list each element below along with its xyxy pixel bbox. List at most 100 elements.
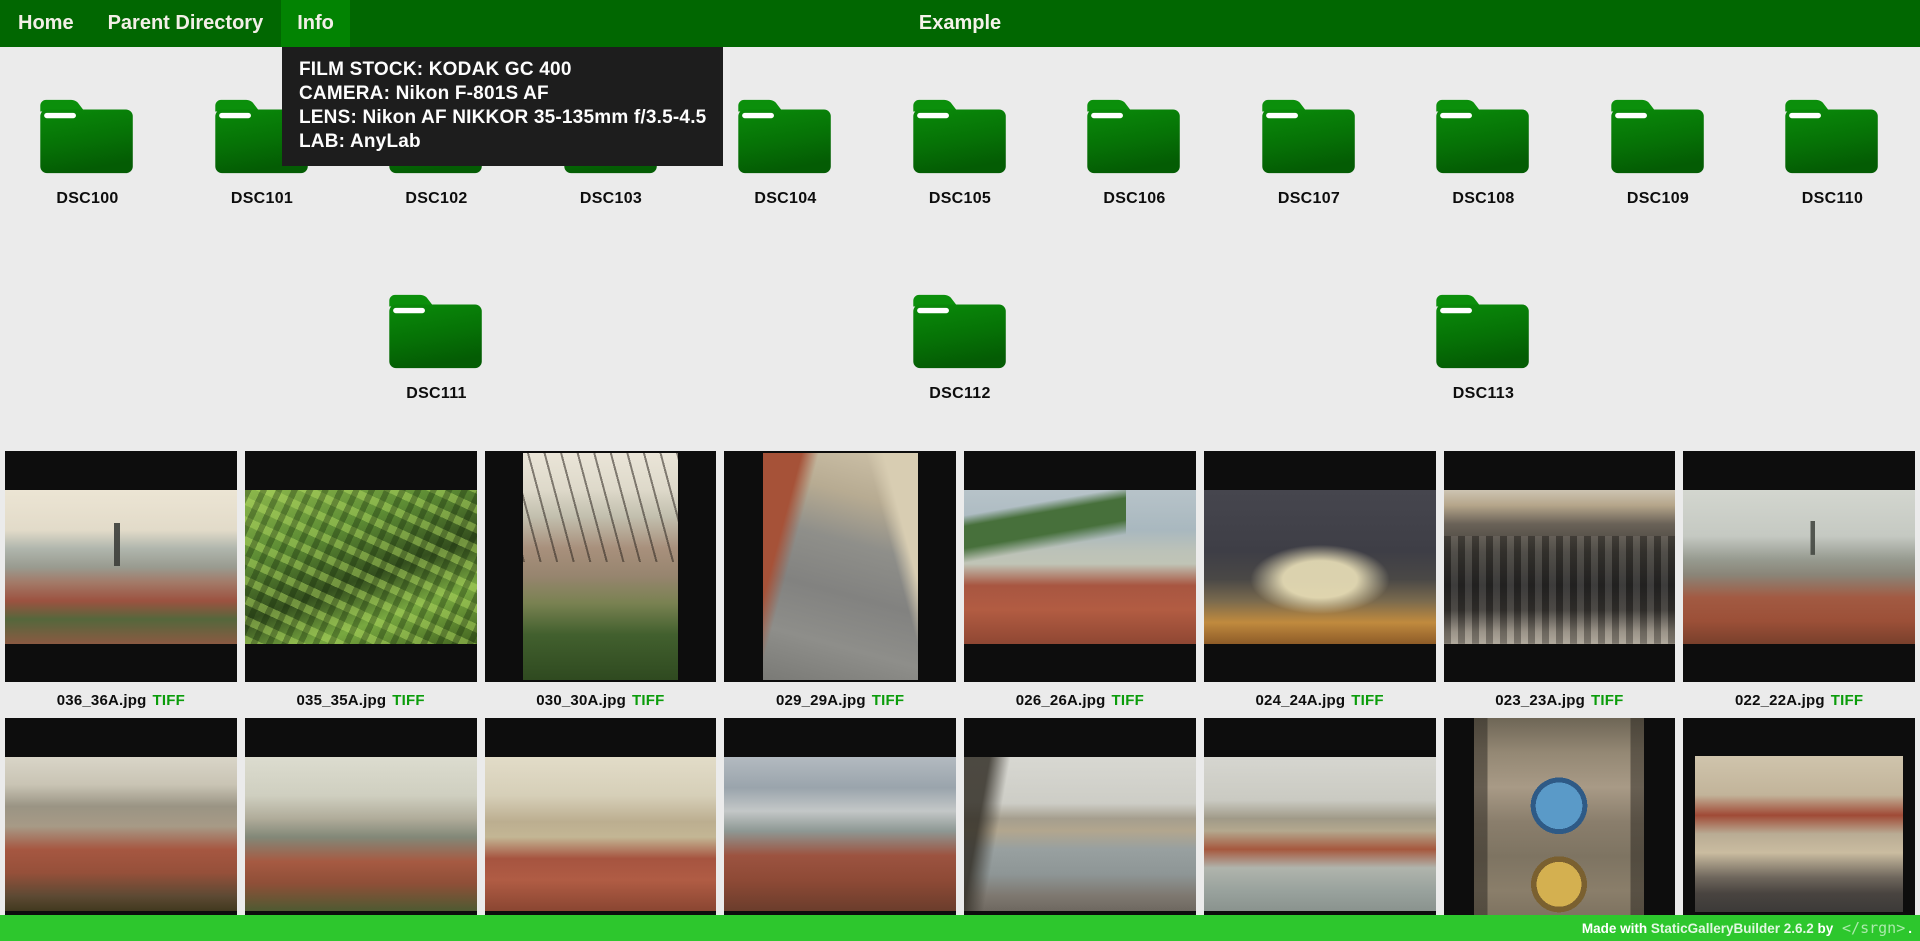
nav-item-info[interactable]: Info — [281, 0, 350, 47]
folder-label: DSC103 — [580, 190, 642, 208]
photo-caption: 023_23A.jpg TIFF — [1444, 682, 1676, 718]
folder-label: DSC105 — [929, 190, 991, 208]
photo-thumbnail[interactable] — [245, 718, 477, 941]
photo-thumbnail[interactable] — [1683, 718, 1915, 941]
photo-format-tiff-link[interactable]: TIFF — [632, 692, 664, 709]
folder-item[interactable]: DSC113 — [1397, 292, 1571, 403]
photo-caption: 029_29A.jpg TIFF — [724, 682, 956, 718]
photo-image — [5, 490, 237, 644]
info-tooltip: FILM STOCK: KODAK GC 400 CAMERA: Nikon F… — [282, 47, 723, 166]
folder-label: DSC101 — [231, 190, 293, 208]
photo-thumbnail[interactable] — [485, 718, 717, 941]
folder-item[interactable]: DSC104 — [699, 97, 873, 208]
folder-icon — [388, 292, 485, 371]
gallery-cell — [1444, 718, 1676, 941]
static-gallery-builder-link[interactable]: StaticGalleryBuilder 2.6.2 — [1651, 921, 1814, 936]
photo-filename-link[interactable]: 036_36A.jpg — [57, 692, 147, 709]
photo-filename-link[interactable]: 026_26A.jpg — [1016, 692, 1106, 709]
photo-image — [485, 757, 717, 911]
nav-item-parent-directory[interactable]: Parent Directory — [92, 0, 280, 47]
photo-format-tiff-link[interactable]: TIFF — [872, 692, 904, 709]
photo-image — [523, 453, 678, 680]
gallery-cell — [1204, 718, 1436, 941]
photo-thumbnail[interactable] — [1683, 451, 1915, 682]
photo-thumbnail[interactable] — [485, 451, 717, 682]
photo-image — [1695, 756, 1903, 912]
photo-filename-link[interactable]: 024_24A.jpg — [1256, 692, 1346, 709]
gallery-cell: 023_23A.jpg TIFF — [1444, 451, 1676, 718]
folder-label: DSC110 — [1802, 190, 1863, 208]
photo-image — [245, 757, 477, 911]
folder-icon — [1261, 97, 1358, 176]
photo-format-tiff-link[interactable]: TIFF — [1591, 692, 1623, 709]
folder-label: DSC104 — [754, 190, 816, 208]
author-logo-link[interactable]: </srgn> — [1842, 919, 1905, 937]
folder-icon — [1784, 97, 1881, 176]
gallery-cell: 024_24A.jpg TIFF — [1204, 451, 1436, 718]
photo-thumbnail[interactable] — [724, 451, 956, 682]
photo-thumbnail[interactable] — [245, 451, 477, 682]
photo-format-tiff-link[interactable]: TIFF — [392, 692, 424, 709]
photo-thumbnail[interactable] — [724, 718, 956, 941]
photo-image — [763, 453, 918, 680]
folder-item[interactable]: DSC111 — [350, 292, 524, 403]
photo-thumbnail[interactable] — [964, 718, 1196, 941]
folder-item[interactable]: DSC110 — [1746, 97, 1920, 208]
folder-icon — [912, 292, 1009, 371]
photo-filename-link[interactable]: 030_30A.jpg — [536, 692, 626, 709]
folder-icon — [1086, 97, 1183, 176]
photo-image — [724, 757, 956, 911]
folder-icon — [1435, 292, 1532, 371]
photo-filename-link[interactable]: 023_23A.jpg — [1495, 692, 1585, 709]
folder-label: DSC108 — [1452, 190, 1514, 208]
photo-format-tiff-link[interactable]: TIFF — [153, 692, 185, 709]
photo-thumbnail[interactable] — [1444, 718, 1676, 941]
photo-thumbnail[interactable] — [964, 451, 1196, 682]
folder-label: DSC106 — [1103, 190, 1165, 208]
folder-item[interactable]: DSC105 — [873, 97, 1047, 208]
photo-thumbnail[interactable] — [5, 718, 237, 941]
photo-filename-link[interactable]: 035_35A.jpg — [297, 692, 387, 709]
gallery-cell — [724, 718, 956, 941]
photo-caption: 030_30A.jpg TIFF — [485, 682, 717, 718]
folder-label: DSC112 — [929, 385, 990, 403]
photo-caption: 024_24A.jpg TIFF — [1204, 682, 1436, 718]
folder-item[interactable]: DSC112 — [873, 292, 1047, 403]
gallery-cell: 022_22A.jpg TIFF — [1683, 451, 1915, 718]
photo-image — [1683, 490, 1915, 644]
photo-image — [5, 757, 237, 911]
folder-label: DSC111 — [406, 385, 467, 403]
photo-format-tiff-link[interactable]: TIFF — [1831, 692, 1863, 709]
gallery-cell: 029_29A.jpg TIFF — [724, 451, 956, 718]
gallery-cell: 026_26A.jpg TIFF — [964, 451, 1196, 718]
folder-label: DSC113 — [1453, 385, 1514, 403]
photo-thumbnail[interactable] — [1204, 451, 1436, 682]
gallery-cell — [245, 718, 477, 941]
photo-image — [245, 490, 477, 644]
photo-thumbnail[interactable] — [1444, 451, 1676, 682]
photo-grid: 036_36A.jpg TIFF 035_35A.jpg TIFF 030_30… — [0, 451, 1920, 941]
photo-thumbnail[interactable] — [5, 451, 237, 682]
photo-format-tiff-link[interactable]: TIFF — [1351, 692, 1383, 709]
tooltip-line-camera: CAMERA: Nikon F-801S AF — [299, 82, 706, 106]
photo-thumbnail[interactable] — [1204, 718, 1436, 941]
gallery-cell — [5, 718, 237, 941]
nav-item-home[interactable]: Home — [2, 0, 90, 47]
photo-filename-link[interactable]: 022_22A.jpg — [1735, 692, 1825, 709]
folder-item[interactable]: DSC106 — [1048, 97, 1222, 208]
folder-item[interactable]: DSC100 — [1, 97, 175, 208]
tooltip-line-lab: LAB: AnyLab — [299, 130, 706, 154]
photo-filename-link[interactable]: 029_29A.jpg — [776, 692, 866, 709]
footer-by-text: by — [1814, 921, 1837, 936]
photo-image — [964, 757, 1196, 911]
photo-caption: 036_36A.jpg TIFF — [5, 682, 237, 718]
footer-bar: Made with StaticGalleryBuilder 2.6.2 by … — [0, 915, 1920, 941]
folder-item[interactable]: DSC108 — [1397, 97, 1571, 208]
gallery-cell — [964, 718, 1196, 941]
folder-icon — [1610, 97, 1707, 176]
photo-format-tiff-link[interactable]: TIFF — [1112, 692, 1144, 709]
folder-icon — [737, 97, 834, 176]
folder-item[interactable]: DSC109 — [1571, 97, 1745, 208]
photo-caption: 035_35A.jpg TIFF — [245, 682, 477, 718]
folder-item[interactable]: DSC107 — [1222, 97, 1396, 208]
